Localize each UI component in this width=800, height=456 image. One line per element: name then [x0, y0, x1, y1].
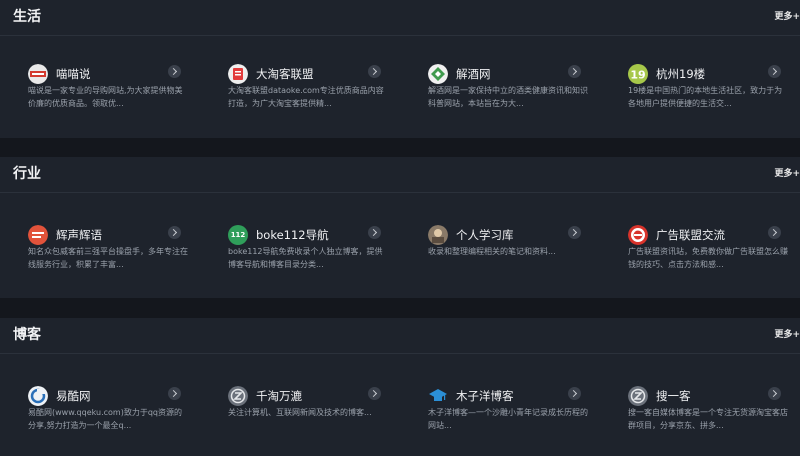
- muziyang-logo-icon: [428, 386, 448, 406]
- chevron-right-icon[interactable]: [768, 226, 781, 239]
- chevron-right-icon[interactable]: [368, 226, 381, 239]
- chevron-right-icon[interactable]: [768, 387, 781, 400]
- site-desc: 19楼是中国热门的本地生活社区，致力于为各地用户提供便捷的生活交...: [628, 86, 783, 108]
- section-title: 博客: [13, 327, 41, 343]
- chevron-right-icon[interactable]: [168, 387, 181, 400]
- more-link[interactable]: 更多+: [774, 9, 800, 22]
- site-name: boke112导航: [256, 228, 329, 242]
- miaomiao-logo-icon: [28, 64, 48, 84]
- section-header: 博客 更多+: [0, 318, 800, 354]
- more-link[interactable]: 更多+: [774, 166, 800, 179]
- site-name: 杭州19楼: [656, 67, 706, 81]
- site-name: 易酷网: [56, 389, 91, 403]
- site-desc: 广告联盟资讯站，免费教你做广告联盟怎么赚钱的技巧、点击方法和感...: [628, 247, 788, 269]
- qqeku-logo-icon: [28, 386, 48, 406]
- 19lou-logo-icon: 19: [628, 64, 648, 84]
- site-name: 解酒网: [456, 67, 491, 81]
- site-desc: 大淘客联盟dataoke.com专注优质商品内容打造，为广大淘宝客提供精...: [228, 86, 384, 108]
- site-desc: 搜一客自媒体博客是一个专注无货源淘宝客店群项目，分享京东、拼多...: [628, 408, 788, 430]
- site-desc: 收录和整理编程相关的笔记和资料...: [428, 247, 556, 256]
- section-blog: 博客 更多+ 易酷网 易酷网(www.qqeku.com)致力于qq资源的分享,…: [0, 318, 800, 456]
- site-card[interactable]: 大淘客联盟 大淘客联盟dataoke.com专注优质商品内容打造，为广大淘宝客提…: [228, 64, 388, 124]
- site-name: 广告联盟交流: [656, 228, 725, 242]
- svg-text:19: 19: [630, 69, 645, 82]
- dataoke-logo-icon: [228, 64, 248, 84]
- huisheng-logo-icon: [28, 225, 48, 245]
- site-desc: 关注计算机、互联网新闻及技术的博客...: [228, 408, 372, 417]
- site-card[interactable]: 19 杭州19楼 19楼是中国热门的本地生活社区，致力于为各地用户提供便捷的生活…: [628, 64, 788, 124]
- chevron-right-icon[interactable]: [568, 226, 581, 239]
- site-card[interactable]: 易酷网 易酷网(www.qqeku.com)致力于qq资源的分享,努力打造为一个…: [28, 386, 188, 446]
- jiejiu-logo-icon: [428, 64, 448, 84]
- site-name: 千淘万漉: [256, 389, 302, 403]
- section-header: 行业 更多+: [0, 157, 800, 193]
- site-card[interactable]: 千淘万漉 关注计算机、互联网新闻及技术的博客...: [228, 386, 388, 446]
- site-desc: boke112导航免费收录个人独立博客，提供博客导航和博客目录分类...: [228, 247, 383, 269]
- site-name: 搜一客: [656, 389, 691, 403]
- site-desc: 知名众包威客前三强平台操盘手，多年专注在线服务行业，积累了丰富...: [28, 247, 188, 269]
- site-card[interactable]: 木子洋博客 木子洋博客—一个沙雕小青年记录成长历程的网站...: [428, 386, 588, 446]
- chevron-right-icon[interactable]: [768, 65, 781, 78]
- section-life: 生活 更多+ 喵喵说 喵说是一家专业的导购网站,为大家提供物美价廉的优质商品。领…: [0, 0, 800, 138]
- chevron-right-icon[interactable]: [168, 65, 181, 78]
- site-desc: 喵说是一家专业的导购网站,为大家提供物美价廉的优质商品。领取优...: [28, 86, 183, 108]
- section-header: 生活 更多+: [0, 0, 800, 36]
- more-link[interactable]: 更多+: [774, 327, 800, 340]
- site-desc: 木子洋博客—一个沙雕小青年记录成长历程的网站...: [428, 408, 588, 430]
- xuexiku-logo-icon: [428, 225, 448, 245]
- souyike-logo-icon: [628, 386, 648, 406]
- site-name: 个人学习库: [456, 228, 514, 242]
- site-name: 大淘客联盟: [256, 67, 314, 81]
- site-name: 辉声辉语: [56, 228, 102, 242]
- site-card[interactable]: 喵喵说 喵说是一家专业的导购网站,为大家提供物美价廉的优质商品。领取优...: [28, 64, 188, 124]
- section-industry: 行业 更多+ 辉声辉语 知名众包威客前三强平台操盘手，多年专注在线服务行业，积累…: [0, 157, 800, 298]
- qiantao-logo-icon: [228, 386, 248, 406]
- site-card[interactable]: 广告联盟交流 广告联盟资讯站，免费教你做广告联盟怎么赚钱的技巧、点击方法和感..…: [628, 225, 788, 285]
- site-desc: 解酒网是一家保持中立的酒类健康资讯和知识科普网站，本站旨在为大...: [428, 86, 588, 108]
- section-title: 行业: [13, 166, 41, 182]
- chevron-right-icon[interactable]: [568, 65, 581, 78]
- site-desc: 易酷网(www.qqeku.com)致力于qq资源的分享,努力打造为一个最全q.…: [28, 408, 182, 430]
- chevron-right-icon[interactable]: [368, 387, 381, 400]
- site-card[interactable]: 个人学习库 收录和整理编程相关的笔记和资料...: [428, 225, 588, 285]
- site-card[interactable]: 112 boke112导航 boke112导航免费收录个人独立博客，提供博客导航…: [228, 225, 388, 285]
- site-name: 喵喵说: [56, 67, 91, 81]
- section-title: 生活: [13, 9, 41, 25]
- chevron-right-icon[interactable]: [368, 65, 381, 78]
- site-card[interactable]: 搜一客 搜一客自媒体博客是一个专注无货源淘宝客店群项目，分享京东、拼多...: [628, 386, 788, 446]
- chevron-right-icon[interactable]: [168, 226, 181, 239]
- boke112-logo-icon: 112: [228, 225, 248, 245]
- boke112-logo-text: 112: [230, 231, 246, 239]
- site-name: 木子洋博客: [456, 389, 514, 403]
- site-card[interactable]: 解酒网 解酒网是一家保持中立的酒类健康资讯和知识科普网站，本站旨在为大...: [428, 64, 588, 124]
- ad-union-logo-icon: [628, 225, 648, 245]
- chevron-right-icon[interactable]: [568, 387, 581, 400]
- site-card[interactable]: 辉声辉语 知名众包威客前三强平台操盘手，多年专注在线服务行业，积累了丰富...: [28, 225, 188, 285]
